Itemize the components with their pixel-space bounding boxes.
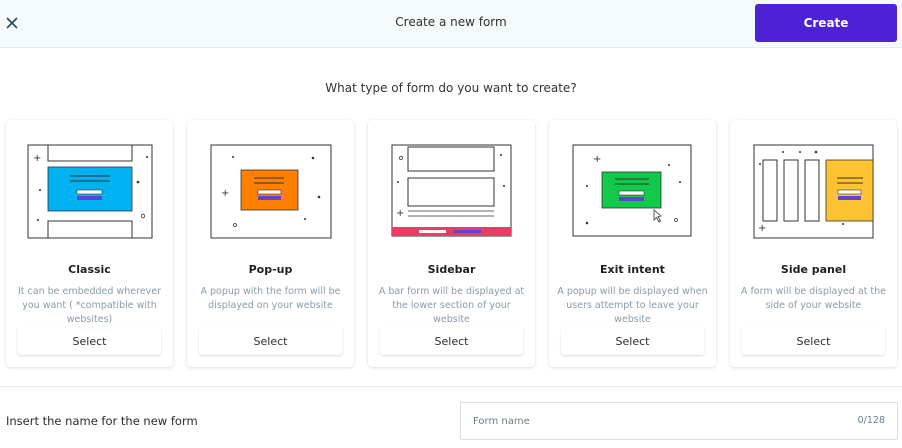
divider (0, 386, 902, 387)
svg-text:+: + (33, 153, 41, 164)
character-counter: 0/128 (857, 415, 885, 426)
svg-text:+: + (396, 208, 404, 219)
card-description: A popup with the form will be displayed … (200, 286, 341, 311)
select-popup-button[interactable]: Select (199, 327, 342, 355)
form-name-label: Insert the name for the new form (6, 414, 198, 428)
svg-text:+: + (593, 154, 601, 165)
form-name-field-wrapper: 0/128 (460, 402, 898, 440)
select-sidebar-button[interactable]: Select (380, 327, 523, 355)
card-description: A popup will be displayed when users att… (557, 286, 708, 325)
classic-illustration: + (27, 144, 153, 239)
card-side-panel[interactable]: + Side panel A form will be displayed at… (730, 120, 897, 367)
card-classic[interactable]: + Classic It can be embedded wherever yo… (6, 120, 173, 367)
create-button[interactable]: Create (755, 4, 897, 42)
select-side-panel-button[interactable]: Select (742, 327, 885, 355)
card-popup[interactable]: + Pop-up A popup with the form will be d… (187, 120, 354, 367)
exit-intent-illustration: + (572, 144, 692, 237)
sidebar-illustration: + (391, 144, 512, 237)
card-title: Side panel (780, 263, 847, 276)
form-name-input[interactable] (473, 411, 813, 431)
card-title: Pop-up (248, 263, 293, 276)
popup-illustration: + (210, 144, 332, 239)
card-exit-intent[interactable]: + Exit intent A popup will be displayed … (549, 120, 716, 367)
svg-text:+: + (758, 223, 766, 234)
card-title: Sidebar (427, 263, 476, 276)
side-panel-illustration: + (753, 144, 874, 239)
card-description: A bar form will be displayed at the lowe… (378, 286, 525, 325)
card-title: Exit intent (600, 263, 665, 276)
card-description: It can be embedded wherever you want ( *… (17, 286, 161, 325)
card-description: A form will be displayed at the side of … (740, 286, 887, 311)
select-exit-intent-button[interactable]: Select (561, 327, 704, 355)
svg-text:+: + (221, 188, 229, 199)
card-title: Classic (68, 263, 111, 276)
select-classic-button[interactable]: Select (18, 327, 161, 355)
form-type-question: What type of form do you want to create? (325, 81, 577, 95)
top-bar: Create a new form Create (0, 0, 902, 48)
card-sidebar[interactable]: + Sidebar A bar form will be displayed a… (368, 120, 535, 367)
